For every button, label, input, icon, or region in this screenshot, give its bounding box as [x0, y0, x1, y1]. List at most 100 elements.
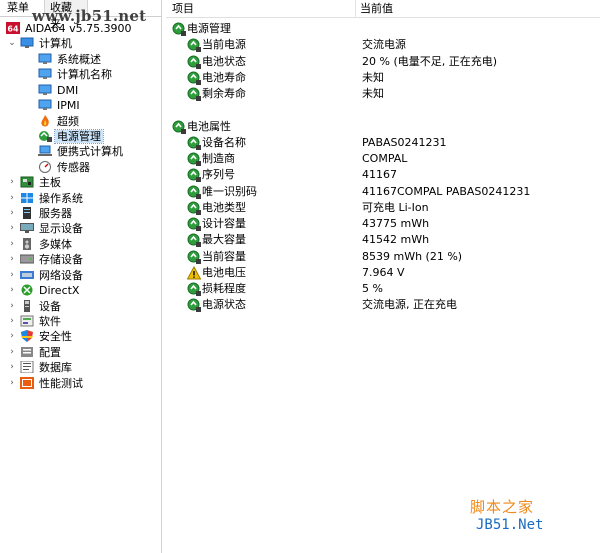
column-header-item[interactable]: 项目: [172, 0, 194, 18]
tab-menu[interactable]: 菜单: [2, 0, 34, 17]
svg-text:64: 64: [7, 25, 19, 34]
power-icon: [187, 250, 201, 264]
detail-row[interactable]: 唯一识别码 41167COMPAL PABAS0241231: [166, 184, 600, 200]
chevron-right-icon[interactable]: ›: [7, 299, 17, 314]
benchmark-icon: [20, 376, 34, 389]
chevron-right-icon[interactable]: ›: [7, 329, 17, 344]
detail-row[interactable]: 电池状态 20 % (电量不足, 正在充电): [166, 54, 600, 70]
detail-field-name: 设备名称: [202, 135, 246, 149]
detail-row[interactable]: 电池寿命 未知: [166, 70, 600, 86]
tree-item-label: 电源管理: [54, 128, 104, 144]
detail-row[interactable]: 损耗程度 5 %: [166, 281, 600, 297]
tab-favorites[interactable]: 收藏夹: [44, 0, 88, 30]
detail-row[interactable]: 电池电压 7.964 V: [166, 265, 600, 281]
database-icon: [20, 361, 34, 374]
tree-item[interactable]: › 性能测试: [10, 376, 85, 391]
chevron-right-icon[interactable]: ›: [7, 191, 17, 206]
detail-field-name: 损耗程度: [202, 282, 246, 295]
tree-item[interactable]: 计算机名称: [38, 67, 114, 82]
detail-field-name: 序列号: [202, 168, 235, 182]
tree-item[interactable]: DMI: [38, 83, 80, 98]
tree-item[interactable]: › 操作系统: [10, 191, 85, 206]
tree-item[interactable]: 64 AIDA64 v5.75.3900: [6, 21, 134, 36]
detail-field-name: 制造商: [202, 152, 235, 165]
chevron-right-icon[interactable]: ›: [7, 175, 17, 190]
detail-row[interactable]: 设计容量 43775 mWh: [166, 216, 600, 232]
tree-item[interactable]: 超频: [38, 114, 81, 129]
tree-item[interactable]: 系统概述: [38, 52, 103, 67]
detail-row[interactable]: 剩余寿命 未知: [166, 86, 600, 102]
tree-item-label: 配置: [39, 345, 61, 359]
tree-item[interactable]: ⌄ 计算机: [8, 36, 74, 51]
chevron-right-icon[interactable]: ›: [7, 314, 17, 329]
detail-field-name: 电池状态: [202, 54, 246, 68]
tree-item[interactable]: › 存储设备: [10, 252, 85, 267]
chevron-right-icon[interactable]: ›: [7, 221, 17, 236]
detail-row[interactable]: 最大容量 41542 mWh: [166, 232, 600, 248]
flame-icon: [38, 114, 52, 127]
detail-group-header[interactable]: 电池属性: [166, 119, 600, 135]
tree-item[interactable]: › 显示设备: [10, 221, 85, 236]
tree-item-label: 服务器: [39, 207, 72, 221]
power-icon: [187, 38, 201, 53]
tree-item[interactable]: 传感器: [38, 160, 92, 175]
tree-item[interactable]: IPMI: [38, 98, 82, 113]
tree-item[interactable]: › 配置: [10, 345, 63, 360]
detail-field-name: 剩余寿命: [202, 87, 246, 100]
detail-row[interactable]: 设备名称 PABAS0241231: [166, 135, 600, 151]
detail-row[interactable]: 电源状态 交流电源, 正在充电: [166, 297, 600, 313]
speaker-icon: [20, 237, 34, 250]
chevron-down-icon[interactable]: ⌄: [7, 36, 17, 51]
chevron-right-icon[interactable]: ›: [7, 268, 17, 283]
detail-field-value: 未知: [362, 70, 384, 84]
detail-group-header[interactable]: 电源管理: [166, 21, 600, 37]
tree-item-label: 系统概述: [57, 52, 101, 66]
chevron-right-icon[interactable]: ›: [7, 252, 17, 267]
chevron-right-icon[interactable]: ›: [7, 237, 17, 252]
tree-item[interactable]: › 服务器: [10, 206, 74, 221]
detail-field-value: 41167COMPAL PABAS0241231: [362, 184, 531, 198]
watermark-en: JB51.Net: [476, 517, 544, 533]
power-icon: [187, 87, 201, 101]
laptop-icon: [38, 145, 52, 157]
tree-item[interactable]: › 网络设备: [10, 268, 85, 283]
warning-icon: [187, 265, 201, 280]
power-icon: [187, 55, 201, 69]
device-icon: [20, 299, 34, 312]
tree-item[interactable]: 电源管理: [38, 128, 104, 144]
detail-row[interactable]: 当前容量 8539 mWh (21 %): [166, 249, 600, 265]
detail-field-value: 7.964 V: [362, 265, 405, 279]
detail-group-title: 电源管理: [187, 22, 231, 35]
detail-field-value: PABAS0241231: [362, 135, 447, 149]
detail-row[interactable]: 序列号 41167: [166, 167, 600, 183]
detail-row[interactable]: 制造商 COMPAL: [166, 151, 600, 167]
tree-item-label: 设备: [39, 299, 61, 313]
chevron-right-icon[interactable]: ›: [7, 376, 17, 391]
navigation-tree-pane[interactable]: 菜单 收藏夹 www.jb51.net 64 AIDA64 v5.75.3900 ⌄…: [0, 0, 162, 553]
column-header-value[interactable]: 当前值: [360, 0, 393, 18]
detail-field-name: 最大容量: [202, 233, 246, 247]
tree-item[interactable]: › 多媒体: [10, 237, 74, 252]
tree-item[interactable]: › 安全性: [10, 329, 74, 344]
chevron-right-icon[interactable]: ›: [7, 345, 17, 360]
tree-item[interactable]: › 主板: [10, 175, 63, 190]
chevron-right-icon[interactable]: ›: [7, 360, 17, 375]
tree-item[interactable]: › 数据库: [10, 360, 74, 375]
chevron-right-icon[interactable]: ›: [7, 206, 17, 221]
column-divider[interactable]: [355, 0, 356, 18]
tree-item-label: 网络设备: [39, 268, 83, 282]
detail-field-value: 可充电 Li-Ion: [362, 200, 429, 214]
tree-item[interactable]: › DirectX: [10, 283, 81, 298]
power-icon: [187, 282, 201, 296]
power-icon: [187, 298, 201, 313]
tree-item[interactable]: › 设备: [10, 299, 63, 314]
tree-item[interactable]: 便携式计算机: [38, 144, 125, 159]
detail-row[interactable]: 电池类型 可充电 Li-Ion: [166, 200, 600, 216]
chevron-right-icon[interactable]: ›: [7, 283, 17, 298]
detail-field-name: 电池寿命: [202, 70, 246, 84]
detail-field-name: 设计容量: [202, 217, 246, 230]
tree-item[interactable]: › 软件: [10, 314, 63, 329]
tree-item-label: IPMI: [57, 99, 80, 113]
detail-row[interactable]: 当前电源 交流电源: [166, 37, 600, 53]
computer-icon: [20, 37, 34, 49]
